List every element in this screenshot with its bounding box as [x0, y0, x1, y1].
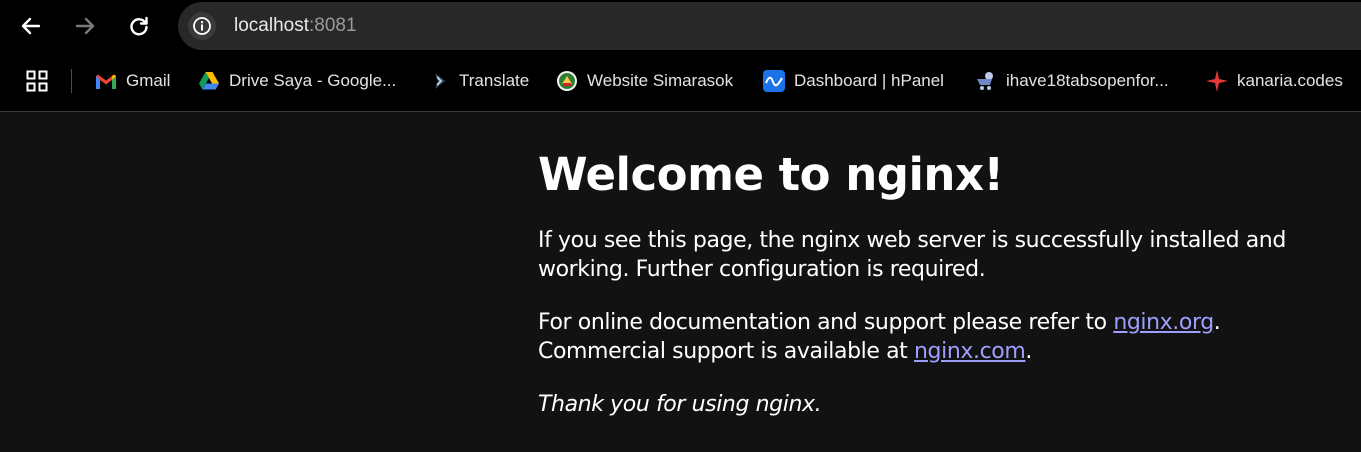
- back-button[interactable]: [13, 8, 49, 44]
- commercial-text: Commercial support is available at: [538, 339, 914, 364]
- nginx-org-link[interactable]: nginx.org: [1113, 310, 1214, 335]
- gmail-icon: [94, 69, 118, 93]
- bookmark-translate[interactable]: Translate: [427, 67, 529, 95]
- address-bar[interactable]: localhost:8081: [178, 2, 1361, 50]
- bookmark-label: kanaria.codes: [1237, 71, 1343, 90]
- red-star-icon: [1205, 69, 1229, 93]
- reload-icon: [130, 16, 148, 36]
- intro-paragraph: If you see this page, the nginx web serv…: [538, 228, 1286, 282]
- arrow-right-icon: [75, 17, 95, 35]
- bookmark-label: Gmail: [126, 71, 171, 90]
- bookmark-drive[interactable]: Drive Saya - Google...: [197, 67, 396, 95]
- docs-paragraph: For online documentation and support ple…: [538, 308, 1338, 366]
- page-title: Welcome to nginx!: [538, 148, 1004, 201]
- bookmark-label: ihave18tabsopenfor...: [1006, 71, 1169, 90]
- page-viewport: Welcome to nginx! If you see this page, …: [0, 112, 1361, 452]
- forward-button[interactable]: [67, 8, 103, 44]
- apps-button[interactable]: [22, 66, 52, 96]
- bookmarks-separator: [71, 69, 72, 93]
- bookmark-simarasok[interactable]: Website Simarasok: [555, 67, 733, 95]
- simarasok-logo-icon: [555, 69, 579, 93]
- bookmark-gmail[interactable]: Gmail: [94, 67, 170, 95]
- arrow-left-icon: [21, 17, 41, 35]
- nginx-welcome-content: Welcome to nginx! If you see this page, …: [538, 144, 1338, 419]
- url-port: :8081: [309, 15, 357, 36]
- translate-icon: [427, 69, 451, 93]
- site-info-button[interactable]: [188, 12, 216, 40]
- info-icon: [193, 17, 211, 35]
- thanks-text: Thank you for using nginx.: [538, 392, 822, 417]
- bookmark-ihave18tabs[interactable]: ihave18tabsopenfor...: [974, 67, 1169, 95]
- cart-robot-icon: [974, 69, 998, 93]
- docs-period: .: [1213, 310, 1221, 335]
- reload-button[interactable]: [121, 8, 157, 44]
- browser-toolbar: localhost:8081: [0, 0, 1361, 52]
- apps-grid-icon: [26, 70, 48, 92]
- bookmark-hpanel[interactable]: Dashboard | hPanel: [762, 67, 944, 95]
- bookmarks-bar: Gmail Drive Saya - Google... Translate W…: [0, 52, 1361, 112]
- bookmark-label: Translate: [459, 71, 530, 90]
- nginx-com-link[interactable]: nginx.com: [914, 339, 1026, 364]
- bookmark-label: Drive Saya - Google...: [229, 71, 397, 90]
- bookmark-kanaria[interactable]: kanaria.codes: [1205, 67, 1343, 95]
- bookmark-label: Dashboard | hPanel: [794, 71, 944, 90]
- docs-text: For online documentation and support ple…: [538, 310, 1114, 335]
- hpanel-icon: [762, 69, 786, 93]
- url-host: localhost: [234, 15, 309, 36]
- url-text[interactable]: localhost:8081: [234, 15, 357, 37]
- google-drive-icon: [197, 69, 221, 93]
- commercial-period: .: [1025, 339, 1032, 364]
- bookmark-label: Website Simarasok: [587, 71, 734, 90]
